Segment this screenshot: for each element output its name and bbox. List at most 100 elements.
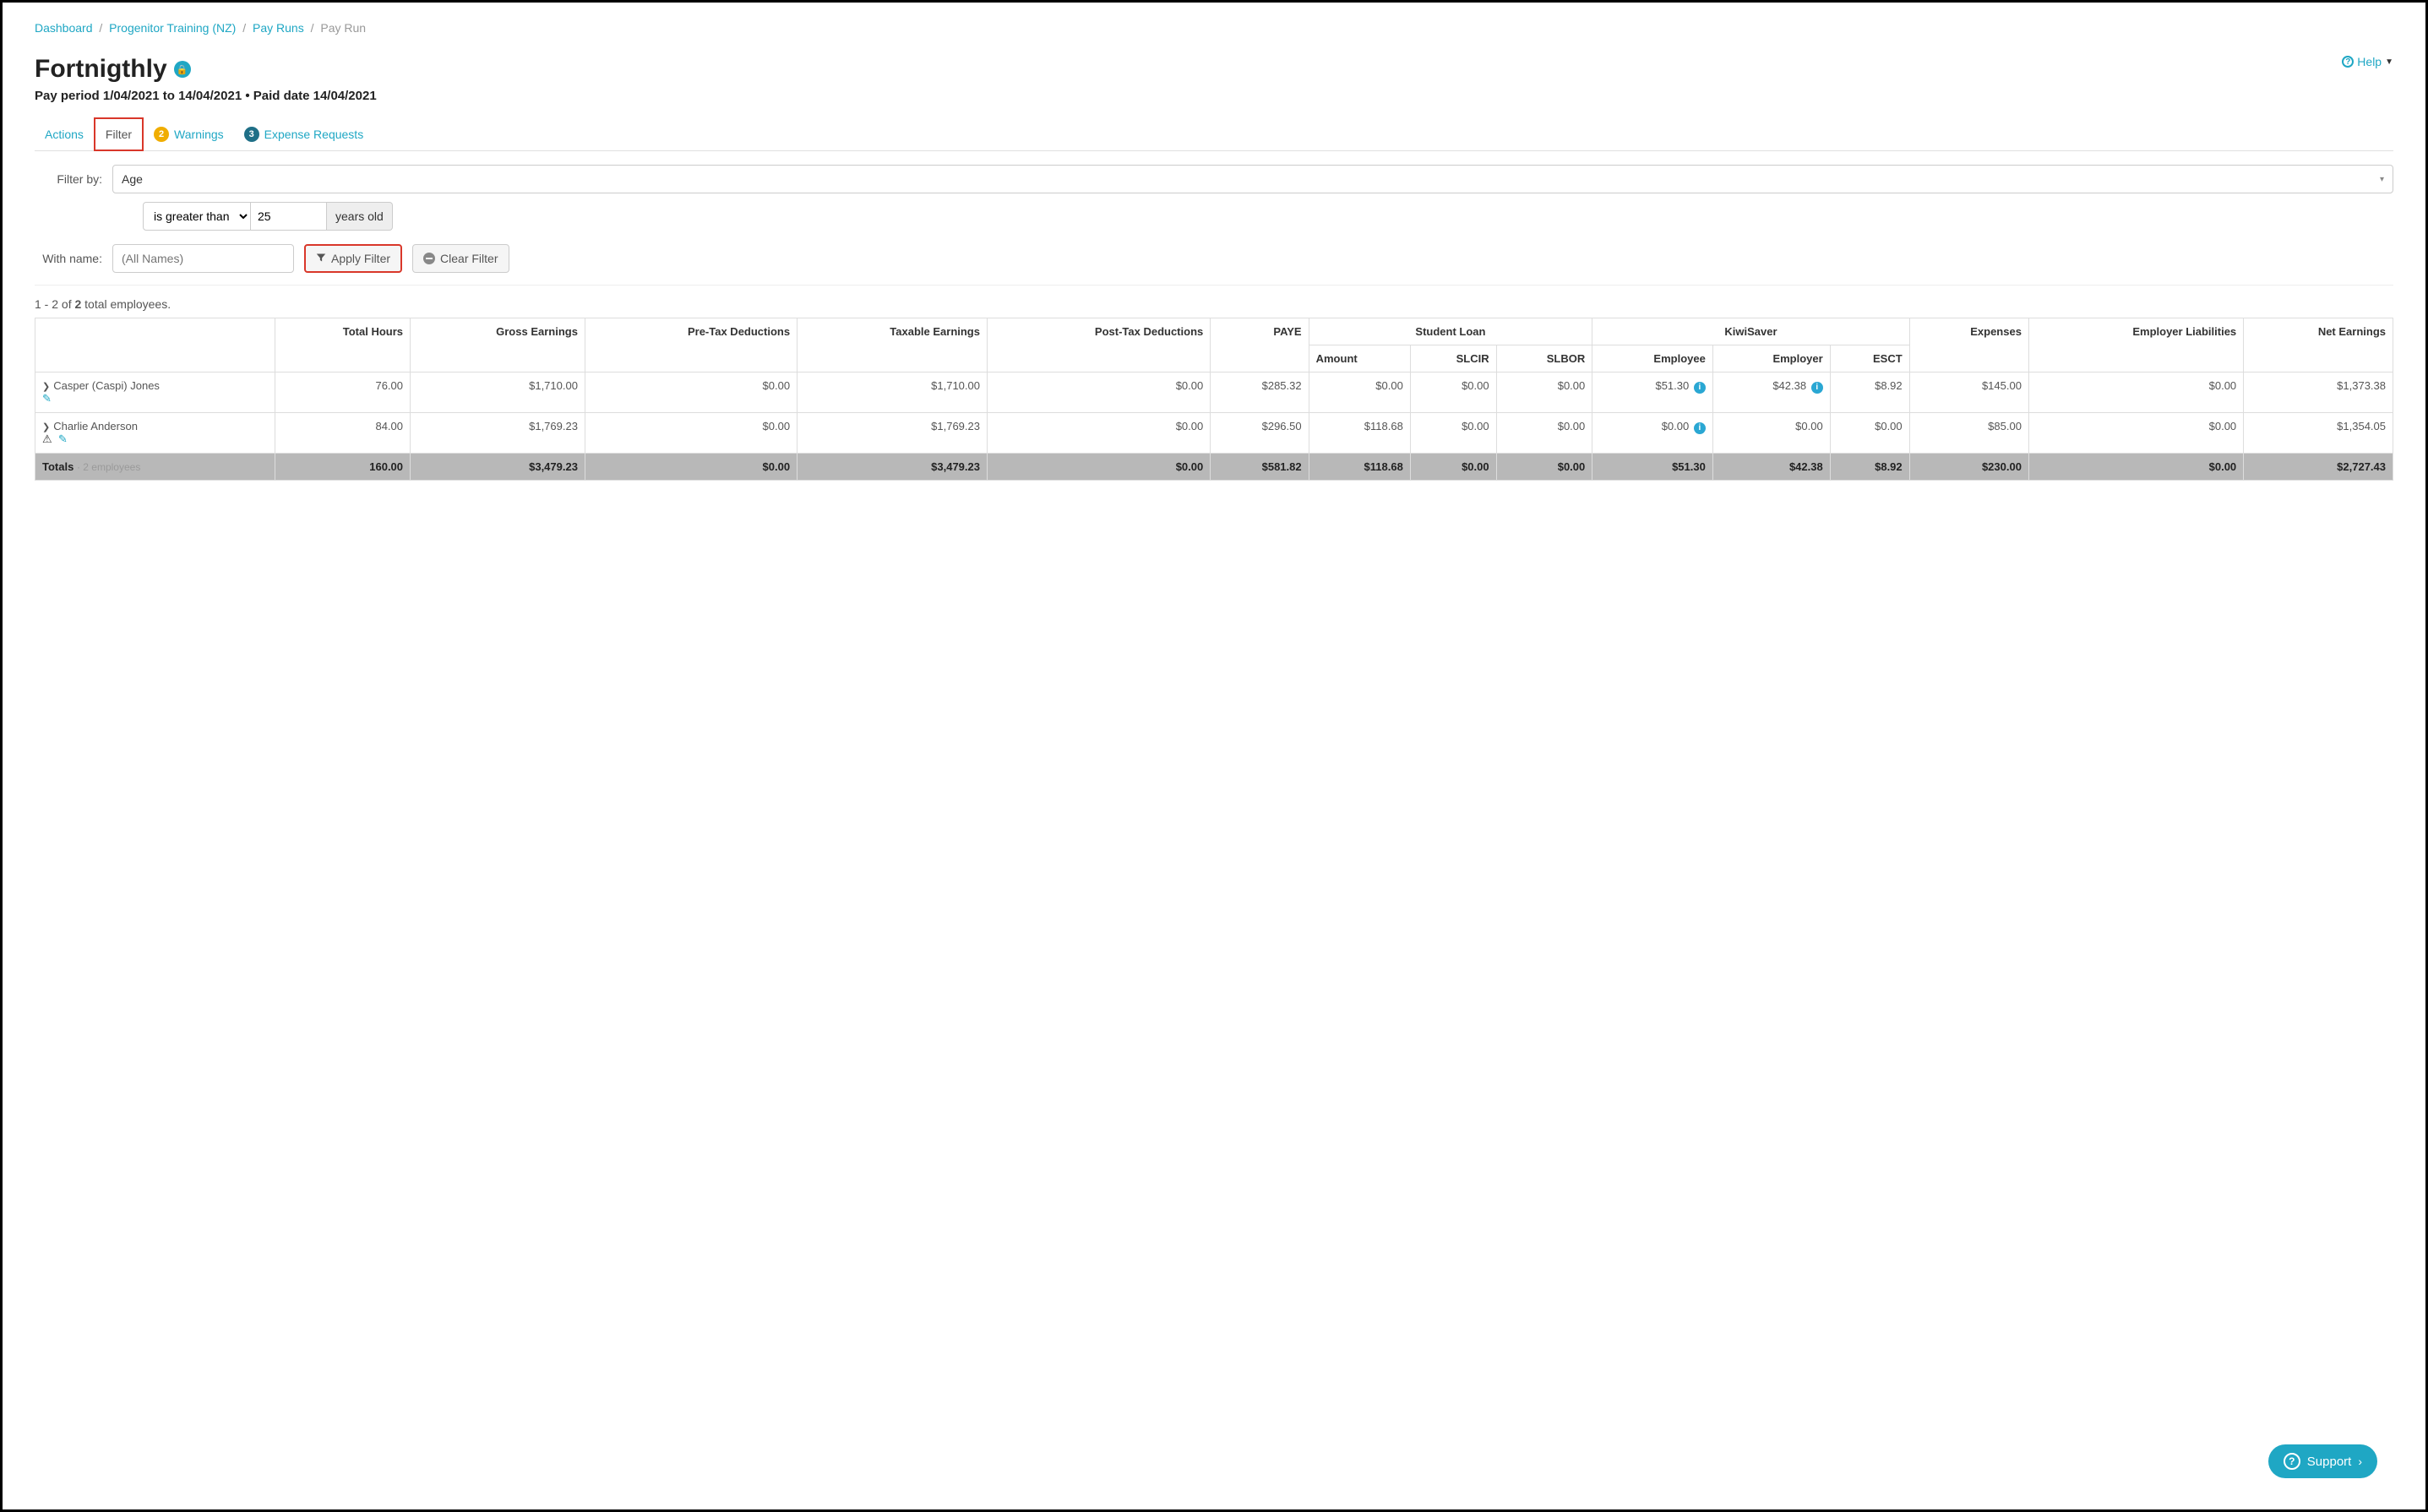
- cell-ks-employer: $42.38 i: [1712, 373, 1830, 413]
- cell-sl_slcir: $0.00: [1410, 413, 1496, 454]
- col-net: Net Earnings: [2244, 318, 2393, 373]
- expand-row-chevron[interactable]: ❯: [42, 422, 50, 432]
- breadcrumb-sep: /: [99, 21, 102, 35]
- employee-name: Casper (Caspi) Jones: [53, 379, 160, 392]
- totals-expenses: $230.00: [1909, 454, 2028, 481]
- payroll-table: Total Hours Gross Earnings Pre-Tax Deduc…: [35, 318, 2393, 481]
- cell-total_hours: 84.00: [275, 413, 410, 454]
- cell-expenses: $145.00: [1909, 373, 2028, 413]
- filter-value-suffix: years old: [327, 202, 393, 231]
- totals-paye: $581.82: [1211, 454, 1309, 481]
- col-emp-liab: Employer Liabilities: [2028, 318, 2243, 373]
- withname-label: With name:: [35, 252, 102, 265]
- totals-posttax: $0.00: [987, 454, 1210, 481]
- col-total-hours: Total Hours: [275, 318, 410, 373]
- expand-row-chevron[interactable]: ❯: [42, 382, 50, 392]
- name-filter-input[interactable]: [112, 244, 294, 273]
- cell-sl_slbor: $0.00: [1496, 373, 1592, 413]
- totals-sub: · 2 employees: [77, 461, 140, 473]
- col-gross: Gross Earnings: [411, 318, 585, 373]
- col-sl-slcir: SLCIR: [1410, 345, 1496, 373]
- employee-cell: ❯Charlie Anderson⚠ ✎: [35, 413, 275, 454]
- totals-total_hours: 160.00: [275, 454, 410, 481]
- col-ks-employee: Employee: [1592, 345, 1713, 373]
- cell-taxable: $1,710.00: [798, 373, 988, 413]
- edit-icon[interactable]: ✎: [58, 432, 68, 445]
- totals-taxable: $3,479.23: [798, 454, 988, 481]
- table-row: ❯Casper (Caspi) Jones✎76.00$1,710.00$0.0…: [35, 373, 2393, 413]
- cell-sl_slbor: $0.00: [1496, 413, 1592, 454]
- col-pretax: Pre-Tax Deductions: [585, 318, 797, 373]
- cell-sl_amount: $118.68: [1309, 413, 1410, 454]
- cell-ks_esct: $8.92: [1830, 373, 1909, 413]
- col-ks-employer: Employer: [1712, 345, 1830, 373]
- totals-gross: $3,479.23: [411, 454, 585, 481]
- filterby-select[interactable]: Age ▾: [112, 165, 2393, 193]
- col-expenses: Expenses: [1909, 318, 2028, 373]
- info-icon[interactable]: i: [1694, 422, 1706, 434]
- lock-icon: 🔒: [174, 61, 191, 78]
- breadcrumb-dashboard[interactable]: Dashboard: [35, 21, 93, 35]
- page-title-text: Fortnigthly: [35, 55, 167, 84]
- cell-gross: $1,769.23: [411, 413, 585, 454]
- filter-icon: [316, 252, 326, 265]
- filter-operator-select[interactable]: is greater than: [143, 202, 251, 231]
- filterby-value: Age: [122, 172, 143, 186]
- tabs: Actions Filter 2 Warnings 3 Expense Requ…: [35, 118, 2393, 151]
- col-paye: PAYE: [1211, 318, 1309, 373]
- cell-sl_slcir: $0.00: [1410, 373, 1496, 413]
- warnings-badge: 2: [154, 127, 169, 142]
- filter-value-input[interactable]: [251, 202, 327, 231]
- breadcrumb-payruns[interactable]: Pay Runs: [253, 21, 304, 35]
- totals-ks_employee: $51.30: [1592, 454, 1713, 481]
- filterby-label: Filter by:: [35, 172, 102, 186]
- cell-emp_liab: $0.00: [2028, 413, 2243, 454]
- support-icon: ?: [2284, 1453, 2300, 1470]
- totals-sl_slcir: $0.00: [1410, 454, 1496, 481]
- employee-name: Charlie Anderson: [53, 420, 138, 432]
- cell-taxable: $1,769.23: [798, 413, 988, 454]
- breadcrumb-current: Pay Run: [320, 21, 366, 35]
- support-button[interactable]: ? Support ›: [2268, 1444, 2377, 1478]
- cell-posttax: $0.00: [987, 373, 1210, 413]
- breadcrumb-org[interactable]: Progenitor Training (NZ): [109, 21, 236, 35]
- tab-actions[interactable]: Actions: [35, 118, 94, 150]
- totals-row: Totals · 2 employees160.00$3,479.23$0.00…: [35, 454, 2393, 481]
- tab-filter[interactable]: Filter: [94, 117, 144, 151]
- totals-sl_amount: $118.68: [1309, 454, 1410, 481]
- divider: [35, 285, 2393, 286]
- tab-warnings[interactable]: 2 Warnings: [144, 118, 234, 150]
- clear-icon: [423, 253, 435, 264]
- totals-sl_slbor: $0.00: [1496, 454, 1592, 481]
- col-taxable: Taxable Earnings: [798, 318, 988, 373]
- apply-filter-button[interactable]: Apply Filter: [304, 244, 402, 273]
- page-subtitle: Pay period 1/04/2021 to 14/04/2021 • Pai…: [35, 89, 377, 103]
- info-icon[interactable]: i: [1811, 382, 1823, 394]
- help-menu[interactable]: ? Help ▼: [2342, 55, 2393, 68]
- breadcrumb: Dashboard / Progenitor Training (NZ) / P…: [35, 21, 2393, 35]
- totals-pretax: $0.00: [585, 454, 797, 481]
- col-ks-esct: ESCT: [1830, 345, 1909, 373]
- cell-net: $1,373.38: [2244, 373, 2393, 413]
- breadcrumb-sep: /: [311, 21, 314, 35]
- cell-paye: $296.50: [1211, 413, 1309, 454]
- breadcrumb-sep: /: [242, 21, 246, 35]
- count-suffix: total employees.: [81, 297, 171, 311]
- tab-expense-requests[interactable]: 3 Expense Requests: [234, 118, 374, 150]
- cell-ks-employee: $0.00 i: [1592, 413, 1713, 454]
- support-label: Support: [2307, 1455, 2352, 1469]
- cell-emp_liab: $0.00: [2028, 373, 2243, 413]
- chevron-right-icon: ›: [2358, 1455, 2362, 1468]
- col-group-student-loan: Student Loan: [1309, 318, 1592, 345]
- help-icon: ?: [2342, 56, 2354, 68]
- totals-label: Totals: [42, 460, 73, 473]
- cell-pretax: $0.00: [585, 413, 797, 454]
- tab-warnings-label: Warnings: [174, 128, 224, 141]
- cell-ks-employee: $51.30 i: [1592, 373, 1713, 413]
- totals-net: $2,727.43: [2244, 454, 2393, 481]
- info-icon[interactable]: i: [1694, 382, 1706, 394]
- clear-filter-button[interactable]: Clear Filter: [412, 244, 509, 273]
- edit-icon[interactable]: ✎: [42, 392, 52, 405]
- cell-pretax: $0.00: [585, 373, 797, 413]
- count-prefix: 1 - 2 of: [35, 297, 74, 311]
